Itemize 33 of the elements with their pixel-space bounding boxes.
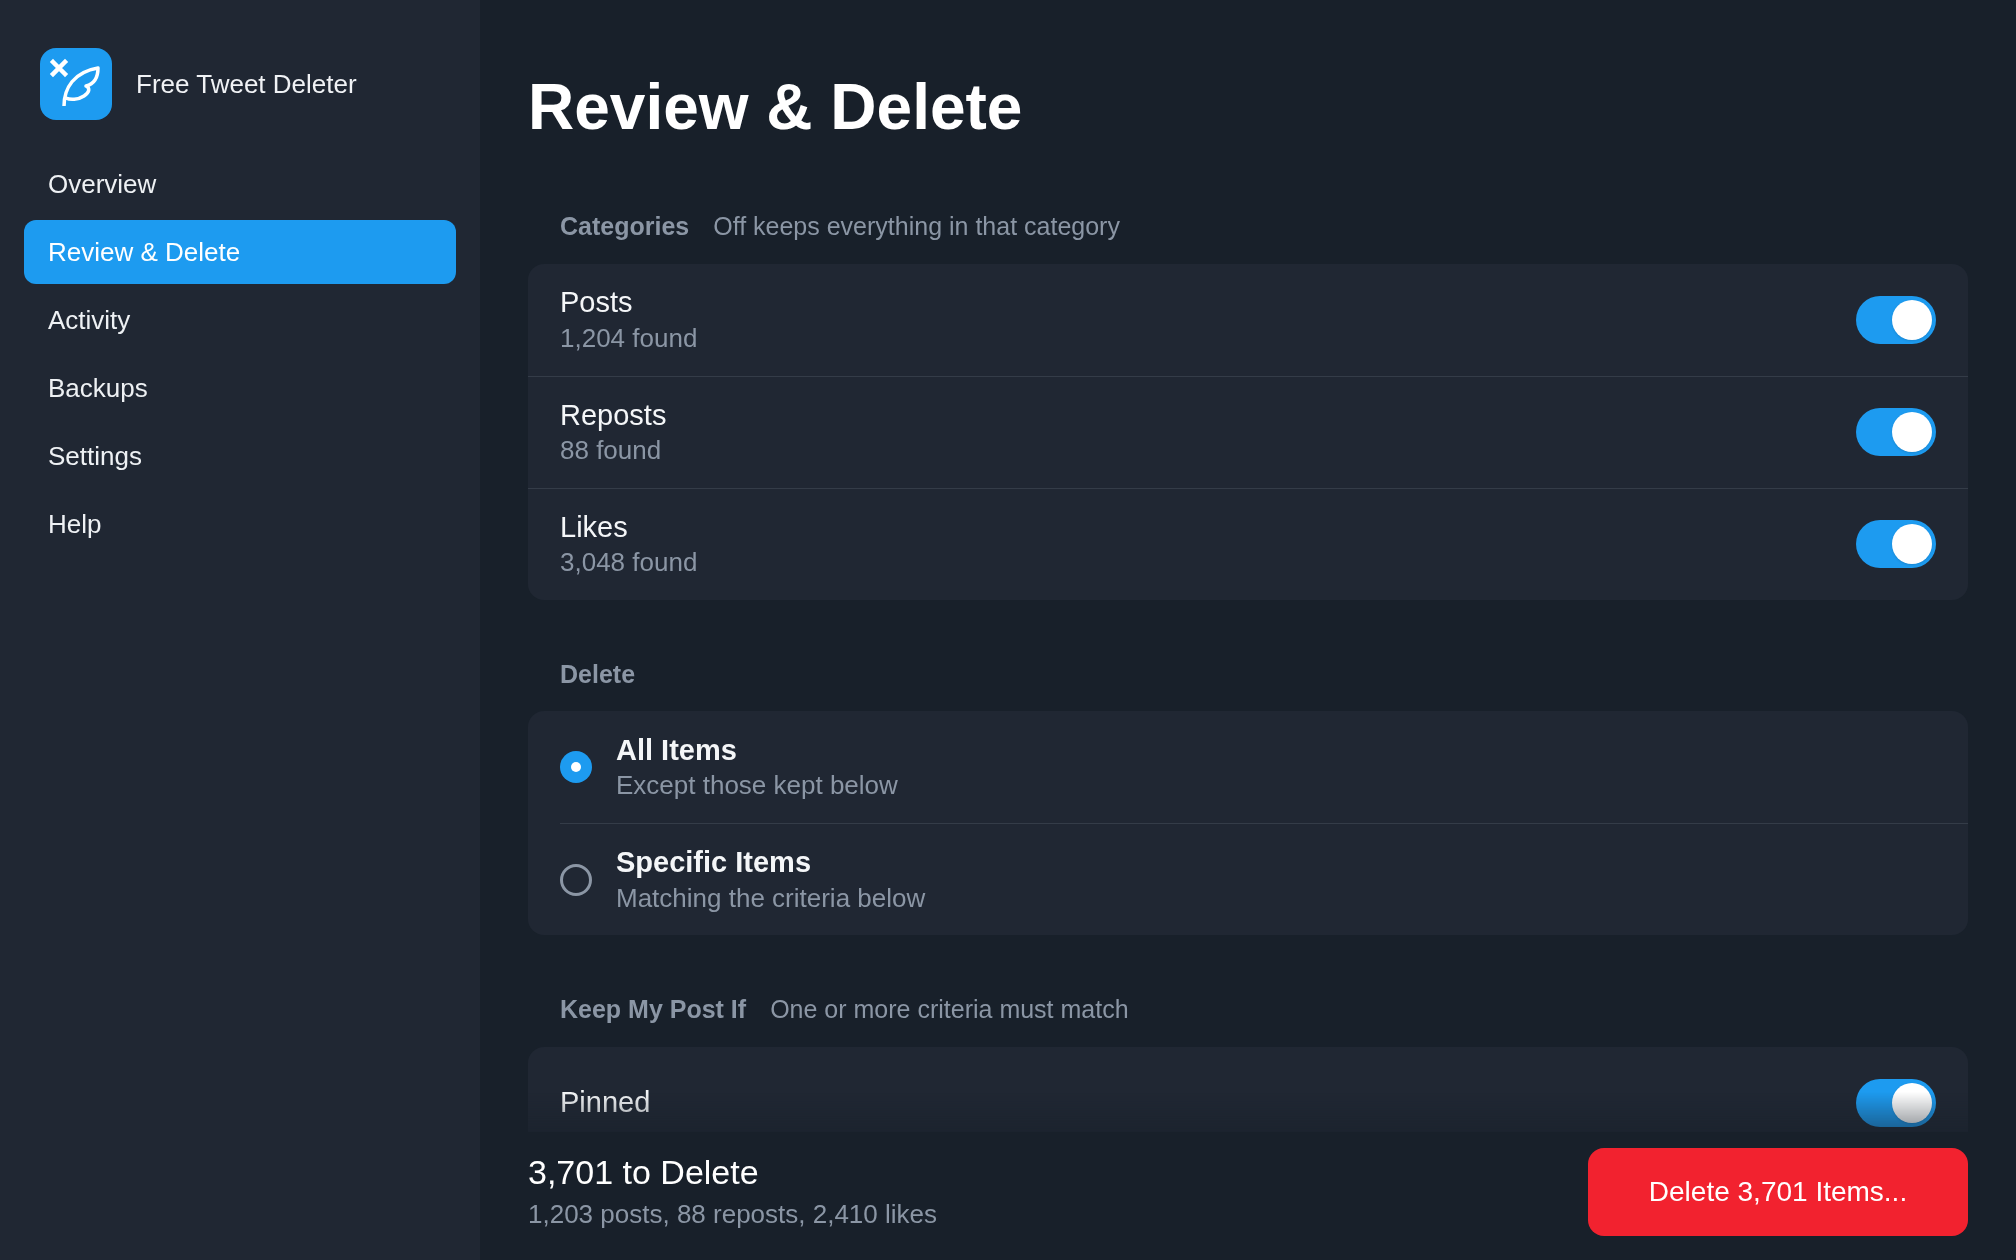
delete-summary: 3,701 to Delete [528,1152,760,1194]
section-title: Categories [560,211,690,243]
row-detail: 3,048 found [560,546,698,580]
app-name: Free Tweet Deleter [136,67,357,101]
sidebar-item[interactable]: Help [24,492,456,556]
sidebar-item[interactable]: Settings [24,424,456,488]
row-detail: Except those kept below [616,769,898,803]
row-detail: Matching the criteria below [616,881,926,915]
toggle-switch[interactable] [1856,408,1936,457]
section-title: Keep My Post If [560,994,747,1026]
sidebar-item[interactable]: Activity [24,288,456,352]
delete-breakdown: 1,203 posts, 88 reposts, 2,410 likes [528,1197,938,1231]
toggle-switch[interactable] [1856,520,1936,569]
delete-button[interactable]: Delete 3,701 Items... [1588,1148,1968,1236]
page-title: Review & Delete [528,72,1024,143]
row-label: Pinned [560,1085,651,1121]
section-hint: Off keeps everything in that category [713,211,1120,243]
section-title: Delete [560,658,636,690]
app-logo-icon [40,48,112,120]
section-hint: One or more criteria must match [770,994,1129,1026]
toggle-switch[interactable] [1856,295,1936,344]
sidebar-item[interactable]: Overview [24,152,456,216]
radio-button[interactable] [560,863,592,896]
radio-button[interactable] [560,751,592,784]
row-label: All Items [616,732,737,768]
row-label: Posts [560,285,633,321]
row-label: Likes [560,509,628,545]
row-detail: 1,204 found [560,321,698,355]
row-detail: 88 found [560,434,662,468]
toggle-switch[interactable] [1856,1078,1936,1127]
row-label: Reposts [560,397,667,433]
sidebar-item[interactable]: Backups [24,356,456,420]
row-label: Specific Items [616,845,812,881]
